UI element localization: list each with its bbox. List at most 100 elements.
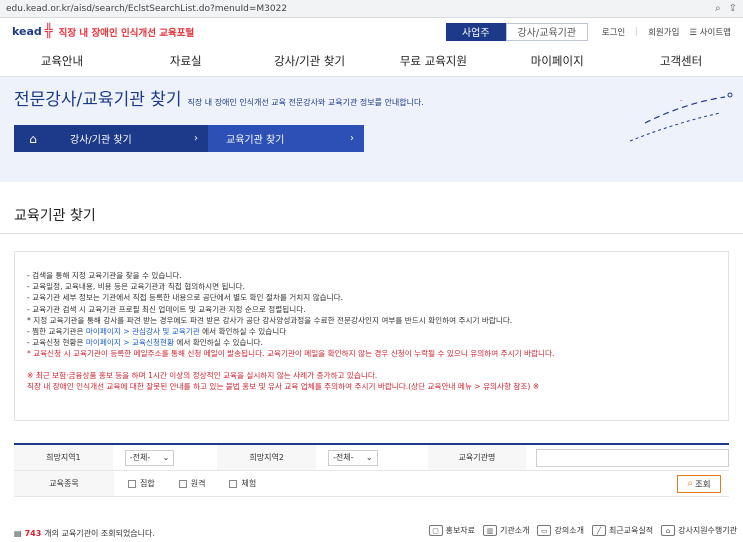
site-logo[interactable]: kead ╬ — [12, 24, 53, 39]
legend-label: 강사지원수행기관 — [678, 526, 737, 535]
search-button[interactable]: ⌕ 조회 — [677, 474, 721, 493]
notice-text: 에서 확인하실 수 있습니다. — [173, 338, 263, 348]
legend-label: 기관소개 — [500, 526, 530, 535]
sitemap-link[interactable]: ☰ 사이트맵 — [689, 26, 731, 38]
divider: | — [635, 26, 639, 37]
checkbox[interactable] — [128, 479, 136, 488]
sitemap-label: 사이트맵 — [699, 27, 731, 38]
notice-text: - 교육신청 현황은 — [27, 338, 86, 348]
result-text: 개의 교육기관이 조회되었습니다. — [44, 529, 155, 538]
notice-line: - 교육기관 세부 정보는 기관에서 직접 등록한 내용으로 공단에서 별도 확… — [27, 293, 343, 303]
nav-find-instructor[interactable]: 강사/기관 찾기 — [248, 53, 372, 69]
search-icon: ⌕ — [687, 478, 693, 489]
browser-address-bar[interactable]: edu.kead.or.kr/aisd/search/EclstSearchLi… — [0, 0, 743, 18]
checkbox-group[interactable]: 집합 — [128, 478, 155, 489]
chevron-down-icon: ⌄ — [162, 453, 170, 462]
result-count: 743 — [24, 529, 42, 538]
legend-label: 홍보자료 — [445, 526, 476, 535]
top-header: kead ╬ 직장 내 장애인 인식개선 교육포털 사업주 강사/교육기관 로그… — [0, 18, 743, 45]
hero-decoration: - — [629, 92, 733, 142]
lecture-icon: ▭ — [537, 525, 552, 536]
region1-label: 희망지역1 — [14, 445, 113, 470]
legend-promo: ▢ 홍보자료 — [428, 525, 476, 536]
notice-line-warning: 직장 내 장애인 인식개선 교육에 대한 잘못된 안내를 하고 있는 불법 홍보… — [27, 381, 540, 391]
notice-text: 에서 확인하실 수 있습니다 — [199, 327, 287, 337]
svg-text:-: - — [680, 97, 683, 105]
legend-recent-records: ╱ 최근교육실적 — [591, 525, 654, 536]
checkbox[interactable] — [229, 479, 238, 488]
notice-line: * 지정 교육기관을 통해 강사를 파견 받는 경우에도 파견 받은 강사가 공… — [27, 315, 513, 325]
legend-org-intro: ▥ 기관소개 — [483, 525, 529, 536]
institution-icon: ⌂ — [661, 525, 676, 536]
notice-line: - 교육신청 현황은 마이페이지 > 교육신청현황 에서 확인하실 수 있습니다… — [27, 337, 716, 348]
notice-link[interactable]: 마이페이지 > 교육신청현황 — [86, 338, 174, 347]
search-row-type: 교육종목 집합 원격 체험 ⌕ 조회 — [14, 471, 729, 497]
building-icon: ▥ — [483, 525, 498, 536]
checkbox-experience[interactable]: 체험 — [229, 478, 256, 489]
legend-label: 최근교육실적 — [608, 526, 654, 535]
document-icon: ▤ — [14, 529, 22, 538]
promo-icon: ▢ — [428, 525, 443, 536]
search-form: 희망지역1 -전체- ⌄ 희망지역2 -전체- ⌄ 교육기관명 교육종목 집합 원격… — [14, 443, 729, 497]
zoom-icon[interactable]: ⌕ — [715, 3, 721, 14]
logo-subtitle[interactable]: 직장 내 장애인 인식개선 교육포털 — [59, 25, 195, 39]
share-icon[interactable]: ⇪ — [729, 3, 737, 14]
chevron-right-icon: › — [194, 133, 198, 144]
notice-text: - 찜한 교육기관은 — [27, 327, 86, 337]
main-navigation: 교육안내 자료실 강사/기관 찾기 무료 교육지원 마이페이지 고객센터 — [0, 45, 743, 77]
logo-mark-icon: ╬ — [44, 24, 53, 39]
select-value: -전체- — [333, 453, 354, 462]
home-icon[interactable]: ⌂ — [14, 125, 52, 152]
user-type-switch: 사업주 강사/교육기관 — [445, 22, 588, 41]
notice-line-warning: ※ 최근 보험·금융상품 홍보 등을 하며 1시간 이상의 정상적인 교육을 실… — [27, 370, 378, 380]
signup-link[interactable]: 회원가입 — [648, 26, 679, 38]
checkbox-label: 체험 — [241, 479, 257, 488]
nav-customer-center[interactable]: 고객센터 — [619, 53, 743, 69]
nav-mypage[interactable]: 마이페이지 — [495, 53, 619, 69]
breadcrumb: ⌂ 강사/기관 찾기 › 교육기관 찾기 › — [14, 125, 364, 152]
notice-box: - 검색을 통해 지정 교육기관을 찾을 수 있습니다. - 교육일정, 교육내… — [14, 251, 729, 421]
hero-title-text: 전문강사/교육기관 찾기 — [14, 90, 182, 110]
url-text[interactable]: edu.kead.or.kr/aisd/search/EclstSearchLi… — [6, 4, 715, 14]
logo-text: kead — [12, 25, 42, 38]
notice-line-warning: * 교육신청 시 교육기관이 등록한 메일주소를 통해 신청 메일이 발송됩니다… — [27, 349, 555, 359]
search-row-region: 희망지역1 -전체- ⌄ 희망지역2 -전체- ⌄ 교육기관명 — [14, 445, 729, 471]
chevron-down-icon: ⌄ — [365, 453, 373, 462]
nav-free-support[interactable]: 무료 교육지원 — [371, 53, 495, 69]
notice-link[interactable]: 마이페이지 > 관심강사 및 교육기관 — [86, 327, 200, 336]
legend-support-org: ⌂ 강사지원수행기관 — [661, 525, 737, 536]
checkbox-label: 집합 — [140, 479, 155, 488]
checkbox[interactable] — [178, 479, 187, 488]
breadcrumb-label: 강사/기관 찾기 — [70, 135, 132, 146]
nav-resources[interactable]: 자료실 — [124, 53, 248, 69]
breadcrumb-item-find[interactable]: 강사/기관 찾기 › — [52, 125, 208, 152]
page-title: 교육기관 찾기 — [14, 208, 96, 224]
quick-legend: ▢ 홍보자료 ▥ 기관소개 ▭ 강의소개 ╱ 최근교육실적 ⌂ 강사지원수행기관 — [428, 525, 737, 536]
notice-line: - 찜한 교육기관은 마이페이지 > 관심강사 및 교육기관 에서 확인하실 수… — [27, 326, 716, 337]
notice-line: - 교육기관 검색 시 교육기관 프로필 최신 업데이트 및 교육기관 지정 순… — [27, 304, 306, 314]
org-name-label: 교육기관명 — [427, 445, 527, 470]
divider — [0, 233, 743, 234]
chevron-right-icon: › — [350, 133, 354, 144]
checkbox-remote[interactable]: 원격 — [178, 478, 206, 489]
chart-icon: ╱ — [591, 525, 606, 536]
select-value: -전체- — [129, 453, 151, 462]
org-name-input[interactable] — [536, 448, 729, 467]
search-button-label: 조회 — [694, 479, 711, 490]
menu-icon: ☰ — [689, 27, 698, 38]
login-link[interactable]: 로그인 — [602, 26, 625, 38]
type-label: 교육종목 — [14, 471, 114, 496]
breadcrumb-item-org-search[interactable]: 교육기관 찾기 › — [208, 125, 364, 152]
hero-description: 직장 내 장애인 인식개선 교육 전문강사와 교육기관 정보를 안내합니다. — [187, 98, 424, 107]
region2-select[interactable]: -전체- ⌄ — [328, 449, 378, 466]
segment-employer[interactable]: 사업주 — [445, 22, 506, 41]
utility-links: 로그인 | 회원가입 ☰ 사이트맵 — [602, 26, 731, 38]
segment-instructor[interactable]: 강사/교육기관 — [505, 22, 588, 41]
nav-edu-guide[interactable]: 교육안내 — [0, 53, 124, 69]
checkbox-label: 원격 — [190, 479, 206, 488]
region1-select[interactable]: -전체- ⌄ — [124, 449, 175, 466]
page-hero: 전문강사/교육기관 찾기 직장 내 장애인 인식개선 교육 전문강사와 교육기관 … — [0, 77, 743, 182]
breadcrumb-label: 교육기관 찾기 — [226, 135, 285, 146]
notice-line: - 교육일정, 교육내용, 비용 등은 교육기관과 직접 협의하시면 됩니다. — [27, 282, 245, 292]
